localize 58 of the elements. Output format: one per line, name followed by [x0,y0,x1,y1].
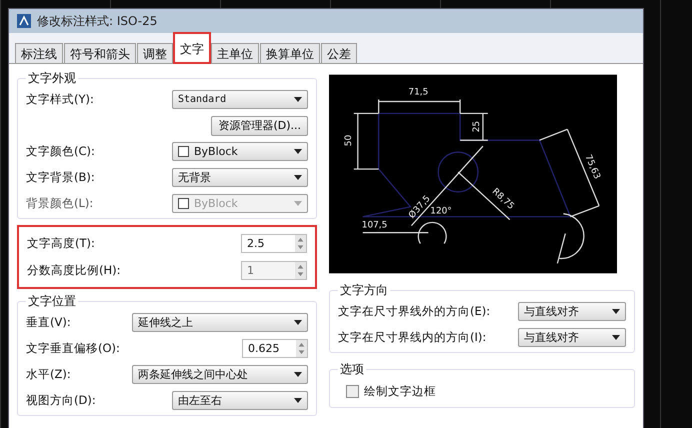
tab[interactable]: 换算单位 [260,43,320,63]
field-label: 垂直(V): [26,315,71,330]
dimension-value: 120° [430,206,452,217]
dimension-value: 75,63 [582,153,602,181]
spin-arrows-icon [295,262,306,279]
dimension-value: 25 [472,120,482,132]
field-label: 文字样式(Y): [26,92,94,107]
field-label: 文字垂直偏移(O): [26,341,120,356]
dropdown[interactable]: 与直线对齐 [518,328,626,347]
dimension-value: 107,5 [362,220,388,231]
group-title: 文字外观 [27,70,77,87]
field-label: 背景颜色(L): [26,196,94,211]
caret-icon [612,309,620,314]
window-title: 修改标注样式: ISO-25 [37,12,158,30]
dropdown[interactable]: 与直线对齐 [518,302,626,321]
field-label: 文字在尺寸界线内的方向(I): [338,330,486,345]
field-label: 文字高度(T): [27,236,95,251]
dropdown[interactable]: 两条延伸线之间中心处 [132,365,308,384]
group-title: 文字位置 [27,293,77,310]
field-label: 文字颜色(C): [26,144,95,159]
app-icon [17,14,31,28]
dimension-value: 50 [344,134,354,146]
checkbox[interactable] [346,385,359,398]
dropdown[interactable]: 无背景 [172,168,308,187]
tab[interactable]: 文字 [174,33,210,63]
spin-arrows-icon [295,235,306,252]
tab[interactable]: 符号和箭头 [64,43,136,63]
caret-icon [612,335,620,340]
caret-icon [294,149,302,154]
spin-arrows-icon [296,340,307,357]
dropdown[interactable]: ByBlock [172,142,308,161]
field-label: 文字背景(B): [26,170,95,185]
dimension-value: 71,5 [408,88,428,98]
tab[interactable]: 标注线 [15,43,63,63]
dropdown[interactable]: 由左至右 [172,391,308,410]
color-swatch-icon [178,198,189,209]
field-label: 文字在尺寸界线外的方向(E): [338,304,490,319]
tab[interactable]: 调整 [137,43,173,63]
spinner-field[interactable]: 2.5 [241,234,307,253]
caret-icon [294,175,302,180]
caret-icon [294,201,302,206]
checkbox-label: 绘制文字边框 [364,384,436,399]
group-title: 选项 [339,361,365,378]
tab[interactable]: 公差 [321,43,357,63]
caret-icon [294,372,302,377]
group-title: 文字方向 [339,282,389,299]
dropdown[interactable]: Standard [172,90,308,109]
resource-manager-button[interactable]: 资源管理器(D)... [211,116,308,136]
caret-icon [294,97,302,102]
caret-icon [294,398,302,403]
field-label: 分数高度比例(H): [27,263,120,278]
spinner-field[interactable]: 0.625 [242,339,308,358]
field-label: 水平(Z): [26,367,71,382]
tab[interactable]: 主单位 [211,43,259,63]
dropdown[interactable]: 延伸线之上 [132,313,308,332]
field-label: 视图方向(D): [26,393,96,408]
caret-icon [294,320,302,325]
color-swatch-icon [178,146,189,157]
